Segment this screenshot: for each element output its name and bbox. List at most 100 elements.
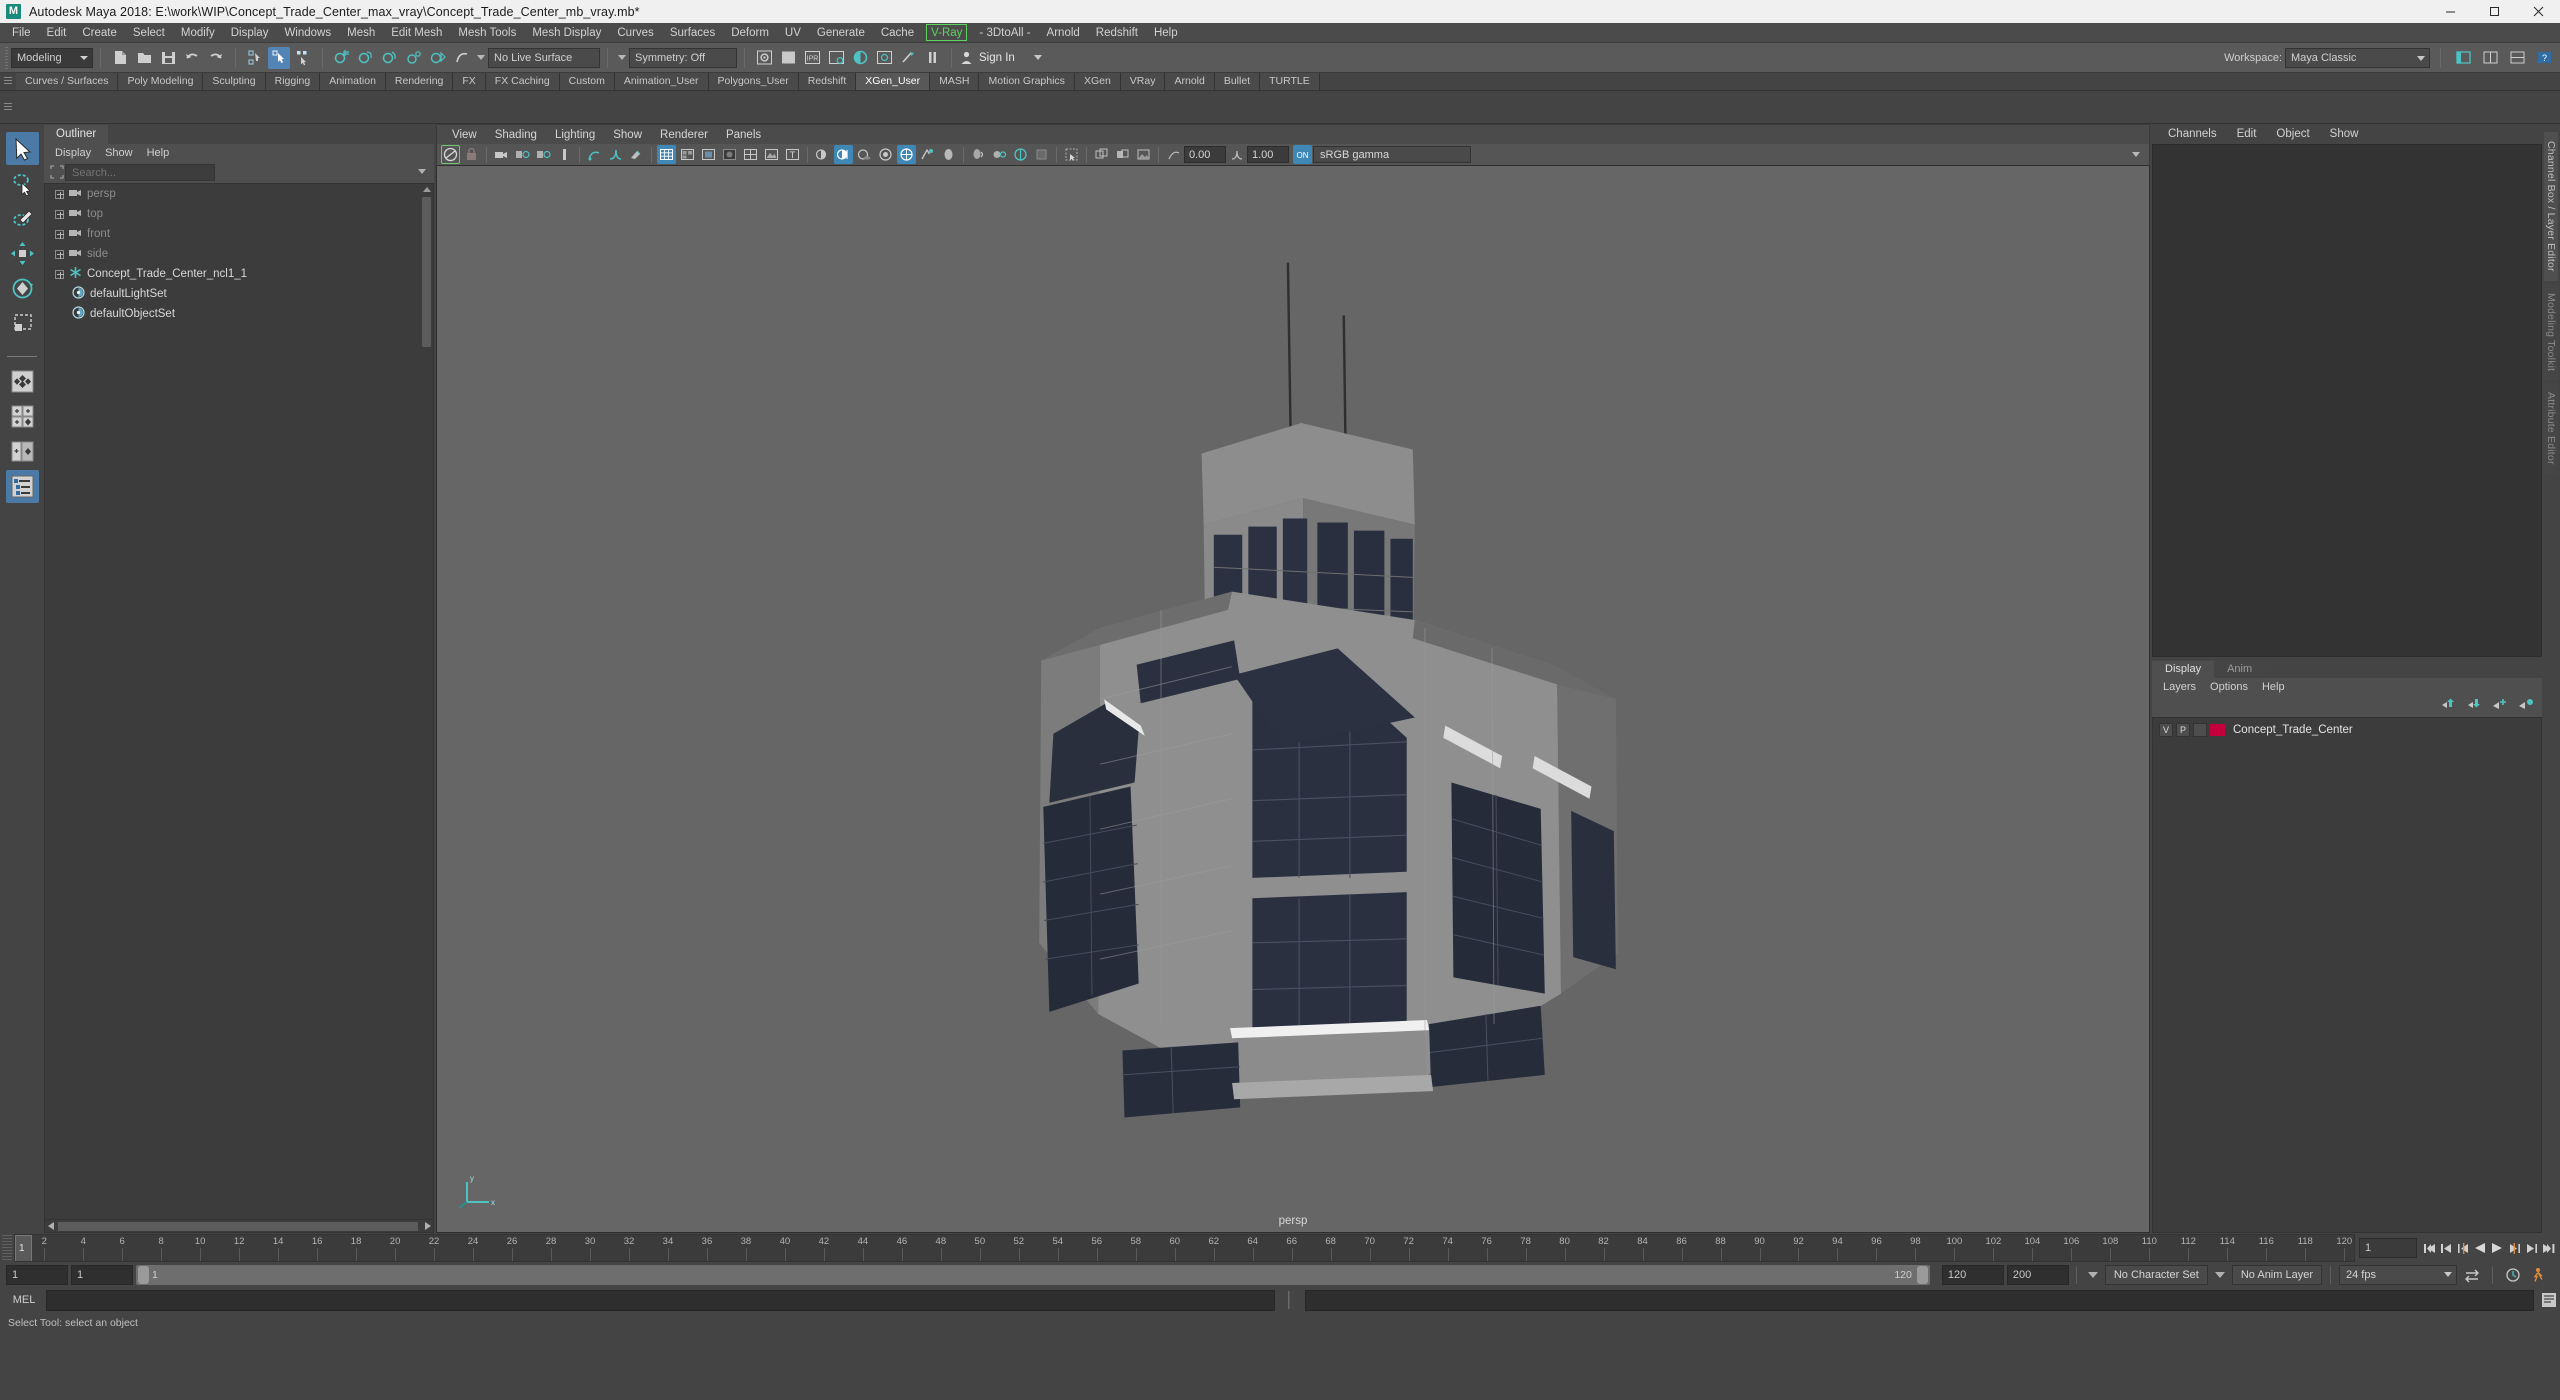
step-back-keyframe-icon[interactable]: [2438, 1239, 2454, 1257]
panel-layout-single-icon[interactable]: [2479, 47, 2501, 69]
outliner-item-concept-trade-center[interactable]: Concept_Trade_Center_ncl1_1: [45, 264, 433, 284]
quick-layout-persp-outliner-icon[interactable]: [6, 435, 39, 468]
menu-edit-mesh[interactable]: Edit Mesh: [383, 23, 450, 43]
scroll-left-arrow-icon[interactable]: [45, 1220, 57, 1233]
vtab-attribute-editor[interactable]: Attribute Editor: [2544, 383, 2558, 474]
move-layer-down-icon[interactable]: [2466, 698, 2482, 716]
help-search-icon[interactable]: ?: [2533, 47, 2555, 69]
layer-menu-layers[interactable]: Layers: [2156, 678, 2203, 697]
outliner-item-default-light-set[interactable]: defaultLightSet: [62, 284, 433, 304]
shadows-icon[interactable]: [855, 145, 874, 164]
isolate-select-icon[interactable]: [627, 145, 646, 164]
shelf-tab-sculpting[interactable]: Sculpting: [203, 73, 266, 90]
screen-space-ao-icon[interactable]: [876, 145, 895, 164]
grid-display-icon[interactable]: [534, 145, 553, 164]
exposure-value-icon[interactable]: [1164, 145, 1183, 164]
shelf-tab-turtle[interactable]: TURTLE: [1260, 73, 1320, 90]
toolbar-grip[interactable]: [5, 46, 8, 69]
shelf-tab-rigging[interactable]: Rigging: [265, 73, 321, 90]
menu-set-dropdown[interactable]: Modeling: [11, 47, 93, 68]
menu-create[interactable]: Create: [74, 23, 125, 43]
command-input[interactable]: [46, 1289, 1275, 1311]
vtab-modeling-toolkit[interactable]: Modeling Toolkit: [2544, 283, 2558, 380]
range-start-handle[interactable]: [138, 1266, 149, 1284]
menu-edit[interactable]: Edit: [39, 23, 75, 43]
rotate-tool-icon[interactable]: [6, 272, 39, 305]
playback-speed-dropdown[interactable]: 24 fps: [2339, 1265, 2457, 1285]
camera-attributes-icon[interactable]: [492, 145, 511, 164]
hscrollbar-thumb[interactable]: [58, 1222, 418, 1231]
select-hierarchy-icon[interactable]: [244, 47, 266, 69]
display-layer-list[interactable]: V P Concept_Trade_Center: [2152, 717, 2542, 1233]
outliner-menu-display[interactable]: Display: [48, 144, 98, 163]
render-current-frame-icon[interactable]: [753, 47, 775, 69]
menu-windows[interactable]: Windows: [276, 23, 339, 43]
gpu-cache-icon[interactable]: [1092, 145, 1111, 164]
flat-shade-icon[interactable]: [720, 145, 739, 164]
outliner-tab[interactable]: Outliner: [44, 125, 109, 144]
menu-display[interactable]: Display: [223, 23, 277, 43]
layer-playback-toggle[interactable]: P: [2176, 722, 2190, 737]
sign-in-button[interactable]: Sign In: [959, 50, 1042, 65]
shelf-tab-bullet[interactable]: Bullet: [1214, 73, 1261, 90]
paint-select-tool-icon[interactable]: [6, 202, 39, 235]
channel-box-content[interactable]: [2152, 144, 2542, 657]
expand-icon[interactable]: [55, 229, 64, 239]
texture-display-icon[interactable]: [762, 145, 781, 164]
menu-modify[interactable]: Modify: [173, 23, 223, 43]
step-forward-frame-icon[interactable]: [2506, 1239, 2522, 1257]
anim-layer-field[interactable]: No Anim Layer: [2231, 1265, 2322, 1285]
minimize-button[interactable]: [2428, 0, 2472, 23]
search-input[interactable]: [65, 164, 215, 182]
viewport-menu-shading[interactable]: Shading: [486, 125, 546, 145]
current-time-indicator[interactable]: 1: [15, 1235, 32, 1261]
shelf-strip-grip[interactable]: [0, 98, 16, 116]
render-settings-icon[interactable]: [825, 47, 847, 69]
viewport-menu-lighting[interactable]: Lighting: [546, 125, 604, 145]
select-component-icon[interactable]: [292, 47, 314, 69]
expand-icon[interactable]: [55, 269, 64, 279]
toggle-display-icon[interactable]: [897, 47, 919, 69]
use-all-lights-icon[interactable]: [834, 145, 853, 164]
expand-icon[interactable]: [55, 189, 64, 199]
shelf-tab-redshift[interactable]: Redshift: [798, 73, 857, 90]
shelf-tab-animation-user[interactable]: Animation_User: [614, 73, 709, 90]
menu-3dtoall[interactable]: - 3DtoAll -: [971, 23, 1038, 43]
outliner-item-top[interactable]: top: [45, 204, 433, 224]
symmetry-field[interactable]: Symmetry: Off: [629, 47, 737, 68]
outliner-item-front[interactable]: front: [45, 224, 433, 244]
motion-blur-icon[interactable]: [897, 145, 916, 164]
shelf-tab-polygons-user[interactable]: Polygons_User: [708, 73, 799, 90]
smooth-shade-all-icon[interactable]: [678, 145, 697, 164]
shelf-grip[interactable]: [0, 72, 16, 90]
menu-curves[interactable]: Curves: [609, 23, 661, 43]
wireframe-shading-icon[interactable]: [657, 145, 676, 164]
make-live-icon[interactable]: [451, 47, 473, 69]
menu-redshift[interactable]: Redshift: [1088, 23, 1146, 43]
range-slider-bar[interactable]: 1 120: [136, 1265, 1930, 1285]
ipr-render-icon[interactable]: IPR: [801, 47, 823, 69]
render-view-icon[interactable]: [873, 47, 895, 69]
outliner-menu-show[interactable]: Show: [98, 144, 140, 163]
shelf-tab-fx[interactable]: FX: [453, 73, 486, 90]
panel-layout-split-icon[interactable]: [2506, 47, 2528, 69]
shelf-tab-xgen-user[interactable]: XGen_User: [856, 73, 931, 90]
animation-preferences-icon[interactable]: [2501, 1266, 2525, 1284]
render-sequence-icon[interactable]: [777, 47, 799, 69]
exposure-toggle-icon[interactable]: [1032, 145, 1051, 164]
go-to-start-icon[interactable]: [2421, 1239, 2437, 1257]
play-backwards-icon[interactable]: [2472, 1239, 2488, 1257]
menu-help[interactable]: Help: [1146, 23, 1186, 43]
quick-layout-outliner-icon[interactable]: [5, 470, 39, 503]
live-surface-field[interactable]: No Live Surface: [488, 47, 600, 68]
step-forward-keyframe-icon[interactable]: [2523, 1239, 2539, 1257]
color-management-toggle-icon[interactable]: ON: [1293, 145, 1312, 164]
quick-layout-panes-icon[interactable]: [6, 400, 39, 433]
shelf-tab-arnold[interactable]: Arnold: [1165, 73, 1215, 90]
shelf-tab-mash[interactable]: MASH: [930, 73, 980, 90]
undo-icon[interactable]: [181, 47, 203, 69]
menu-select[interactable]: Select: [125, 23, 173, 43]
move-tool-icon[interactable]: [6, 237, 39, 270]
stereo-icon[interactable]: [1113, 145, 1132, 164]
maximize-button[interactable]: [2472, 0, 2516, 23]
